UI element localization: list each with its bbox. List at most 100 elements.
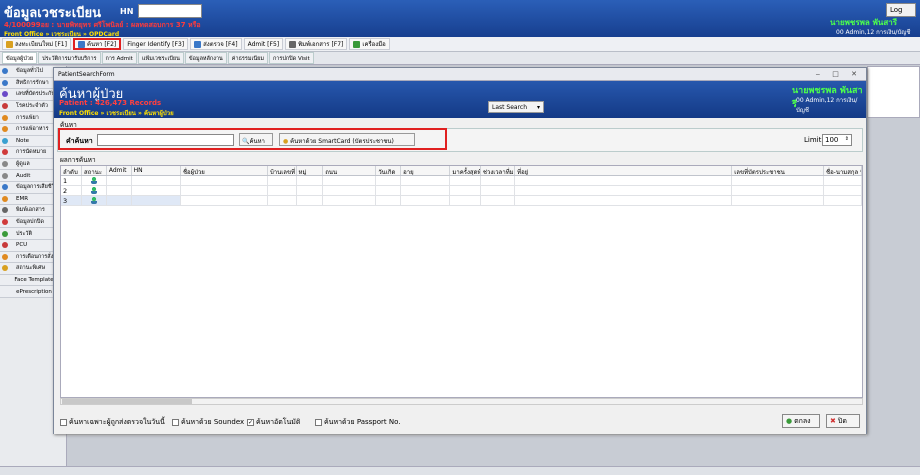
toolbar-icon [6, 40, 13, 48]
smartcard-search-button[interactable]: ● ค้นหาด้วย SmartCard (บัตรประชาชน) [279, 133, 415, 146]
grid-cell [450, 196, 481, 205]
grid-cell [131, 196, 181, 205]
sidebar-item-label: การแพ้อาหาร [16, 126, 49, 133]
sidebar-icon [2, 242, 8, 249]
sidebar-icon [2, 126, 8, 133]
grid-cell [181, 196, 268, 205]
grid-cell [515, 196, 733, 205]
toolbar-button[interactable]: เครื่องมือ [349, 38, 390, 50]
grid-cell [106, 196, 132, 205]
tab[interactable]: ประวัติการมารับบริการ [38, 52, 101, 64]
toolbar-button[interactable]: ส่งตรวจ [F4] [190, 38, 242, 50]
column-header[interactable]: เลขที่บัตรประชาชน [732, 166, 824, 175]
column-header[interactable]: ช่วงเวลาที่มา [481, 166, 516, 175]
checkbox-label: ค้นหาอัตโนมัติ [256, 418, 301, 426]
tab[interactable]: การ Admit [101, 52, 137, 64]
column-header[interactable]: หมู่ [297, 166, 324, 175]
tab[interactable]: การปกปิด Visit [268, 52, 314, 64]
smartcard-button-label: ค้นหาด้วย SmartCard (บัตรประชาชน) [290, 138, 394, 145]
row-number: 3 [61, 196, 83, 205]
scrollbar-thumb[interactable] [62, 399, 192, 404]
column-header[interactable]: ชื่อผู้ป่วย [181, 166, 268, 175]
chevron-down-icon: ▾ [536, 104, 540, 111]
column-header[interactable]: HN [132, 166, 181, 175]
table-row[interactable]: 3 [61, 196, 862, 206]
sidebar-icon [2, 161, 8, 168]
column-header[interactable]: สถานะ [82, 166, 107, 175]
sidebar-item-label: สถานะพิเศษ [16, 265, 46, 272]
checkbox-label: ค้นหาเฉพาะผู้ถูกส่งตรวจในวันนี้ [69, 418, 165, 426]
keyword-input[interactable] [97, 134, 234, 146]
ok-button[interactable]: ● ตกลง [782, 414, 820, 428]
limit-stepper[interactable]: 100 ⇕ [822, 134, 852, 146]
column-header[interactable]: Admit [107, 166, 132, 175]
limit-label: Limit [804, 136, 822, 144]
toolbar-button[interactable]: ลงทะเบียนใหม่ [F1] [2, 38, 71, 50]
tab[interactable]: ข้อมูลหลักงาน [184, 52, 227, 64]
tab[interactable]: ค่าธรรมเนียม [227, 52, 268, 64]
person-icon [90, 197, 97, 204]
grid-cell [323, 186, 377, 195]
close-label: ปิด [837, 416, 847, 425]
column-header[interactable]: มาครั้งสุดท้าย [450, 166, 481, 175]
toolbar-button[interactable]: ค้นหา [F2] [72, 38, 122, 50]
toolbar-button-label: Admit [F5] [247, 40, 280, 48]
spin-icon[interactable]: ⇕ [845, 136, 849, 142]
search-button[interactable]: 🔍ค้นหา [239, 133, 273, 146]
toolbar-button[interactable]: Admit [F5] [243, 38, 284, 50]
window-buttons[interactable]: ‒ □ ✕ [816, 70, 862, 78]
table-row[interactable]: 2 [61, 186, 862, 196]
column-header[interactable]: ชื่อ-นามสกุล บิดา [824, 166, 862, 175]
option-checkbox[interactable]: ค้นหาด้วย Passport No. [315, 417, 401, 428]
main-tabs: ข้อมูลผู้ป่วย ประวัติการมารับบริการ การ Ad… [0, 52, 920, 65]
grid-cell [376, 186, 402, 195]
sidebar-item-label: EMR [16, 195, 29, 202]
log-button[interactable]: Log [886, 3, 916, 17]
checkbox-icon[interactable] [172, 419, 179, 426]
close-button[interactable]: ✖ ปิด [826, 414, 860, 428]
window-title: PatientSearchForm [58, 71, 115, 78]
column-header[interactable]: อายุ [401, 166, 451, 175]
grid-cell [481, 176, 516, 185]
grid-cell [297, 176, 324, 185]
grid-cell [297, 196, 324, 205]
tab[interactable]: ข้อมูลผู้ป่วย [2, 52, 38, 64]
last-search-label: Last Search [492, 104, 528, 111]
sidebar-item-label: การนัดหมาย [16, 149, 47, 156]
sidebar-item-label: ประวัติ [16, 230, 33, 237]
grid-cell [824, 186, 862, 195]
hn-input[interactable] [138, 4, 202, 18]
checkbox-icon[interactable] [60, 419, 67, 426]
toolbar-button[interactable]: Finger Identify [F3] [123, 38, 189, 50]
toolbar-icon [289, 40, 297, 48]
column-header[interactable]: ที่อยู่ [515, 166, 733, 175]
sidebar-item-label: Audit [16, 172, 31, 179]
checkbox-label: ค้นหาด้วย Soundex [181, 418, 245, 426]
sidebar-icon [2, 103, 8, 110]
option-checkbox[interactable]: ค้นหาเฉพาะผู้ถูกส่งตรวจในวันนี้ [60, 417, 165, 428]
toolbar-button-label: เครื่องมือ [362, 41, 386, 48]
option-checkbox[interactable]: ✓ ค้นหาอัตโนมัติ [247, 417, 300, 428]
checkbox-icon[interactable] [315, 419, 322, 426]
sidebar-icon [2, 79, 8, 86]
column-header[interactable]: บ้านเลขที่ [268, 166, 297, 175]
option-checkbox[interactable]: ค้นหาด้วย Soundex [172, 417, 244, 428]
toolbar-button-label: ส่งตรวจ [F4] [203, 41, 238, 48]
status-cell [82, 176, 107, 185]
sidebar-item-label: ePrescription [16, 288, 52, 295]
table-row[interactable]: 1 [61, 176, 862, 186]
column-header[interactable]: วันเกิด [376, 166, 402, 175]
toolbar-button[interactable]: พิมพ์เอกสาร [F7] [285, 38, 348, 50]
last-search-dropdown[interactable]: Last Search ▾ [488, 101, 544, 113]
tab[interactable]: แฟ้มเวชระเบียน [137, 52, 184, 64]
checkbox-icon[interactable]: ✓ [247, 419, 254, 426]
grid-cell [450, 186, 481, 195]
column-header[interactable]: ถนน [323, 166, 377, 175]
sidebar-icon [2, 172, 8, 179]
column-header[interactable]: ลำดับ [61, 166, 83, 175]
grid-cell [181, 176, 268, 185]
grid-cell [297, 186, 324, 195]
results-grid[interactable]: ลำดับ สถานะ Admit HN ชื่อผู้ป่วย บ้านเลขที่ หม… [60, 165, 863, 398]
grid-cell [401, 186, 451, 195]
sidebar-item-label: โรคประจำตัว [16, 103, 48, 110]
